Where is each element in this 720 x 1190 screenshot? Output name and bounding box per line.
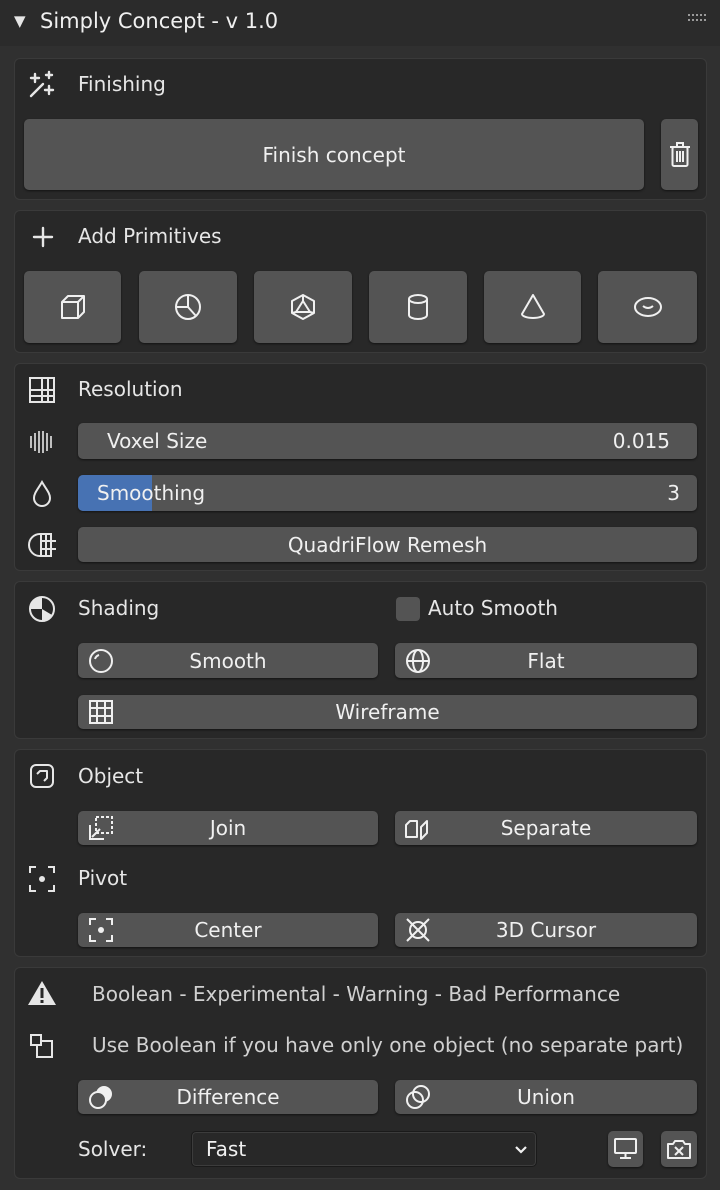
pivot-center-icon bbox=[89, 918, 113, 942]
primitives-title: Add Primitives bbox=[78, 224, 222, 248]
voxel-size-field[interactable]: Voxel Size 0.015 bbox=[78, 423, 697, 459]
flat-sphere-icon bbox=[406, 648, 430, 673]
shading-icon bbox=[29, 596, 55, 622]
resolution-title: Resolution bbox=[78, 377, 183, 401]
delete-button[interactable] bbox=[661, 119, 698, 190]
boolean-difference-button[interactable]: Difference bbox=[78, 1080, 378, 1114]
join-label: Join bbox=[209, 816, 247, 840]
wireframe-label: Wireframe bbox=[335, 700, 440, 724]
finish-concept-button[interactable]: Finish concept bbox=[24, 119, 644, 190]
add-torus-button[interactable] bbox=[598, 271, 697, 343]
solver-label: Solver: bbox=[78, 1137, 148, 1161]
remesh-icon bbox=[28, 533, 56, 557]
add-uv-sphere-button[interactable] bbox=[139, 271, 237, 343]
object-icon bbox=[30, 764, 54, 788]
shade-flat-button[interactable]: Flat bbox=[395, 643, 697, 678]
separate-button[interactable]: Separate bbox=[395, 811, 697, 845]
plus-icon bbox=[32, 226, 54, 248]
panel-header[interactable]: ▼ Simply Concept - v 1.0 bbox=[0, 0, 720, 46]
smooth-sphere-icon bbox=[89, 648, 113, 673]
panel-title: Simply Concept - v 1.0 bbox=[40, 9, 279, 33]
grid-resolution-icon bbox=[29, 377, 55, 403]
smoothing-value: 3 bbox=[667, 481, 680, 505]
boolean-difference-label: Difference bbox=[176, 1085, 280, 1109]
warning-icon bbox=[28, 981, 56, 1005]
trash-icon bbox=[669, 141, 690, 167]
3d-cursor-icon bbox=[406, 918, 430, 942]
quadriflow-remesh-label: QuadriFlow Remesh bbox=[287, 532, 488, 557]
voxel-size-label: Voxel Size bbox=[107, 429, 208, 453]
boolean-union-button[interactable]: Union bbox=[395, 1080, 697, 1114]
voxel-icon bbox=[30, 431, 52, 453]
ico-sphere-icon bbox=[291, 294, 315, 320]
object-title: Object bbox=[78, 764, 144, 788]
render-toggle-button[interactable] bbox=[661, 1131, 697, 1167]
viewport-toggle-button[interactable] bbox=[608, 1131, 643, 1167]
drop-icon bbox=[32, 479, 52, 507]
wireframe-icon bbox=[89, 700, 113, 724]
add-cone-button[interactable] bbox=[484, 271, 581, 343]
difference-icon bbox=[89, 1086, 112, 1109]
auto-smooth-label: Auto Smooth bbox=[428, 596, 558, 620]
join-icon bbox=[89, 816, 113, 840]
chevron-down-icon bbox=[515, 1146, 527, 1154]
smoothing-slider[interactable]: Smoothing 3 bbox=[78, 475, 697, 511]
cone-icon bbox=[520, 294, 545, 319]
quadriflow-remesh-button[interactable]: QuadriFlow Remesh bbox=[78, 527, 697, 562]
boolean-info-text: Use Boolean if you have only one object … bbox=[92, 1033, 684, 1057]
finishing-title: Finishing bbox=[78, 72, 166, 96]
shade-smooth-button[interactable]: Smooth bbox=[78, 643, 378, 678]
smoothing-label: Smoothing bbox=[97, 481, 206, 505]
voxel-size-value: 0.015 bbox=[612, 429, 670, 453]
pivot-center-label: Center bbox=[194, 918, 262, 942]
camera-off-icon bbox=[667, 1140, 691, 1159]
cylinder-icon bbox=[408, 294, 428, 320]
add-ico-sphere-button[interactable] bbox=[254, 271, 352, 343]
shade-flat-label: Flat bbox=[527, 648, 565, 673]
solver-dropdown[interactable]: Fast bbox=[191, 1131, 537, 1167]
pivot-title: Pivot bbox=[78, 866, 128, 890]
collapse-arrow-icon[interactable]: ▼ bbox=[14, 12, 26, 30]
add-cylinder-button[interactable] bbox=[369, 271, 467, 343]
boolean-info-icon bbox=[30, 1034, 53, 1058]
boolean-union-label: Union bbox=[517, 1085, 575, 1109]
shading-title: Shading bbox=[78, 596, 160, 620]
pivot-center-button[interactable]: Center bbox=[78, 913, 378, 947]
uv-sphere-icon bbox=[175, 294, 201, 320]
monitor-icon bbox=[614, 1138, 637, 1159]
pivot-3d-cursor-button[interactable]: 3D Cursor bbox=[395, 913, 697, 947]
cube-icon bbox=[60, 295, 85, 319]
finish-concept-label: Finish concept bbox=[262, 142, 406, 167]
separate-icon bbox=[405, 820, 428, 840]
separate-label: Separate bbox=[500, 816, 592, 840]
drag-grip-icon[interactable] bbox=[688, 14, 710, 22]
pivot-icon bbox=[29, 866, 55, 892]
magic-wand-icon bbox=[29, 70, 55, 98]
boolean-warning-text: Boolean - Experimental - Warning - Bad P… bbox=[92, 982, 621, 1006]
union-icon bbox=[406, 1085, 430, 1109]
pivot-3d-cursor-label: 3D Cursor bbox=[495, 918, 597, 942]
wireframe-button[interactable]: Wireframe bbox=[78, 695, 697, 729]
shade-smooth-label: Smooth bbox=[189, 648, 267, 673]
torus-icon bbox=[633, 297, 662, 317]
solver-value: Fast bbox=[206, 1137, 247, 1161]
add-cube-button[interactable] bbox=[24, 271, 121, 343]
join-button[interactable]: Join bbox=[78, 811, 378, 845]
auto-smooth-checkbox[interactable] bbox=[396, 597, 420, 621]
